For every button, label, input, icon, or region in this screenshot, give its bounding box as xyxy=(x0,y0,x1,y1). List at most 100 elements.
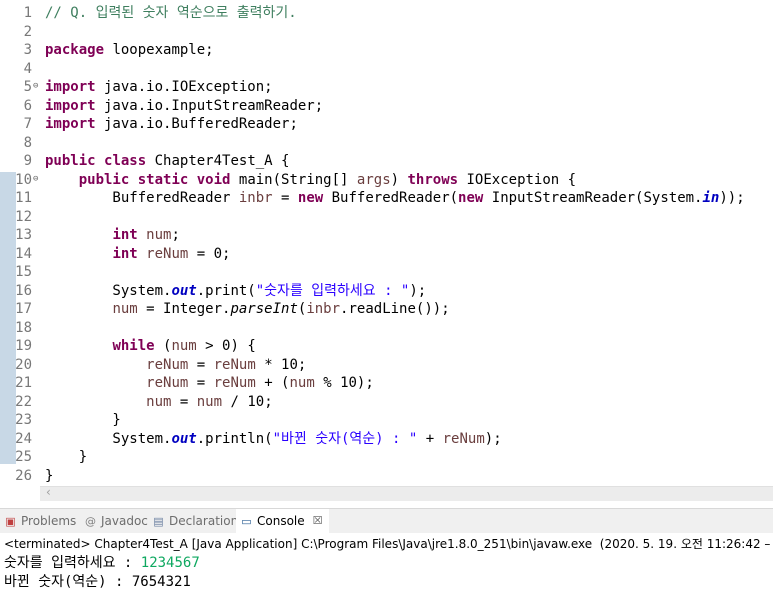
code-token: System. xyxy=(45,282,172,299)
code-token: static xyxy=(137,171,189,188)
code-token: = 0; xyxy=(188,245,231,262)
code-text: int reNum = 0; xyxy=(45,245,230,264)
code-line: 15 xyxy=(0,263,773,282)
code-token: InputStreamReader(System. xyxy=(483,190,703,206)
code-text: public static void main(String[] args) t… xyxy=(45,171,576,190)
console-view[interactable]: <terminated> Chapter4Test_A [Java Applic… xyxy=(0,533,773,589)
code-token: System. xyxy=(45,430,172,447)
line-number: 9 xyxy=(23,153,32,169)
code-token: ( xyxy=(154,338,172,354)
code-token: ; xyxy=(171,227,180,243)
console-prompt-text: 숫자를 입력하세요 : xyxy=(4,555,141,571)
code-line: 18 xyxy=(0,319,773,338)
code-line: 24 System.out.println("바뀐 숫자(역순) : " + r… xyxy=(0,430,773,449)
code-token: public xyxy=(45,153,96,169)
code-line: 5 ⊖ import java.io.IOException; xyxy=(0,78,773,97)
line-number: 16 xyxy=(15,282,32,299)
code-line: 12 xyxy=(0,208,773,227)
close-icon[interactable]: ☒ xyxy=(313,509,323,533)
console-icon: ▭ xyxy=(241,514,252,528)
code-token: out xyxy=(171,282,197,299)
console-user-input: 1234567 xyxy=(140,555,200,571)
line-number: 5 xyxy=(23,79,32,95)
code-token: java.io.InputStreamReader; xyxy=(95,97,324,114)
code-token: > 0) { xyxy=(196,338,256,354)
code-text: BufferedReader inbr = new BufferedReader… xyxy=(45,189,745,208)
code-token: } xyxy=(45,449,88,465)
code-token: "바뀐 숫자(역순) : " xyxy=(272,430,418,447)
fold-toggle-icon[interactable]: ⊖ xyxy=(33,171,43,187)
code-token: main(String[] xyxy=(230,171,357,188)
code-token: out xyxy=(171,430,197,447)
code-line: 16 System.out.print("숫자를 입력하세요 : "); xyxy=(0,282,773,301)
code-token: Chapter4Test_A { xyxy=(146,153,290,169)
tab-declaration[interactable]: ▤ Declaration xyxy=(152,509,238,533)
code-token: in xyxy=(702,190,720,206)
code-token: java.io.BufferedReader; xyxy=(95,116,298,132)
code-token: new xyxy=(297,190,324,206)
code-token: int xyxy=(112,227,138,243)
tab-javadoc[interactable]: @ Javadoc xyxy=(84,509,148,533)
code-token: IOException { xyxy=(458,171,577,188)
tab-problems-label: Problems xyxy=(21,514,77,528)
code-editor[interactable]: 1// Q. 입력된 숫자 역순으로 출력하기. 2 3 package loopex… xyxy=(0,0,773,486)
code-line: 22 num = num / 10; xyxy=(0,393,773,412)
code-text: } xyxy=(45,411,120,430)
code-line: 25 } xyxy=(0,448,773,467)
declaration-icon: ▤ xyxy=(153,514,164,528)
code-text: // Q. 입력된 숫자 역순으로 출력하기. xyxy=(45,4,297,23)
code-token: package xyxy=(45,42,105,58)
code-line: 14 int reNum = 0; xyxy=(0,245,773,264)
line-number: 6 xyxy=(23,97,32,114)
code-line: 26} xyxy=(0,467,773,486)
horizontal-scrollbar[interactable]: ‹ xyxy=(40,485,773,501)
scroll-left-icon[interactable]: ‹ xyxy=(46,485,51,499)
code-token: = xyxy=(171,393,197,410)
fold-toggle-icon[interactable]: ⊖ xyxy=(33,78,43,94)
line-number: 8 xyxy=(23,134,32,151)
code-line: 6 import java.io.InputStreamReader; xyxy=(0,97,773,116)
line-number: 3 xyxy=(23,42,32,58)
code-token: // Q. 입력된 숫자 역순으로 출력하기. xyxy=(45,5,297,21)
code-token: num xyxy=(196,393,223,410)
line-number: 24 xyxy=(15,430,32,447)
code-token: ); xyxy=(484,430,502,447)
code-token: .println( xyxy=(196,430,273,447)
tab-console[interactable]: ▭ Console ☒ xyxy=(236,509,329,533)
code-token: inbr xyxy=(306,301,341,317)
code-line: 2 xyxy=(0,23,773,42)
code-text: import java.io.IOException; xyxy=(45,78,273,97)
code-line: 19 while (num > 0) { xyxy=(0,337,773,356)
code-token: .print( xyxy=(196,282,256,299)
code-line: 13 int num; xyxy=(0,226,773,245)
line-number: 23 xyxy=(15,412,32,428)
code-token: num xyxy=(112,301,138,317)
line-number: 1 xyxy=(23,5,32,21)
code-line: 17 num = Integer.parseInt(inbr.readLine(… xyxy=(0,300,773,319)
code-line: 21 reNum = reNum + (num % 10); xyxy=(0,374,773,393)
tab-declaration-label: Declaration xyxy=(169,514,239,528)
line-number: 4 xyxy=(23,60,32,77)
code-token: = xyxy=(188,375,214,391)
tab-problems[interactable]: ▣ Problems xyxy=(4,509,76,533)
code-line: 4 xyxy=(0,60,773,79)
code-token: new xyxy=(458,190,484,206)
line-number: 11 xyxy=(15,190,32,206)
code-token: void xyxy=(196,171,231,188)
code-token: + xyxy=(417,430,443,447)
code-line: 20 reNum = reNum * 10; xyxy=(0,356,773,375)
tab-javadoc-label: Javadoc xyxy=(101,514,148,528)
code-token: num xyxy=(146,393,172,410)
code-token: )); xyxy=(719,190,745,206)
code-token: = Integer. xyxy=(137,301,231,317)
code-token: import xyxy=(45,97,96,114)
code-token: public xyxy=(78,171,130,188)
